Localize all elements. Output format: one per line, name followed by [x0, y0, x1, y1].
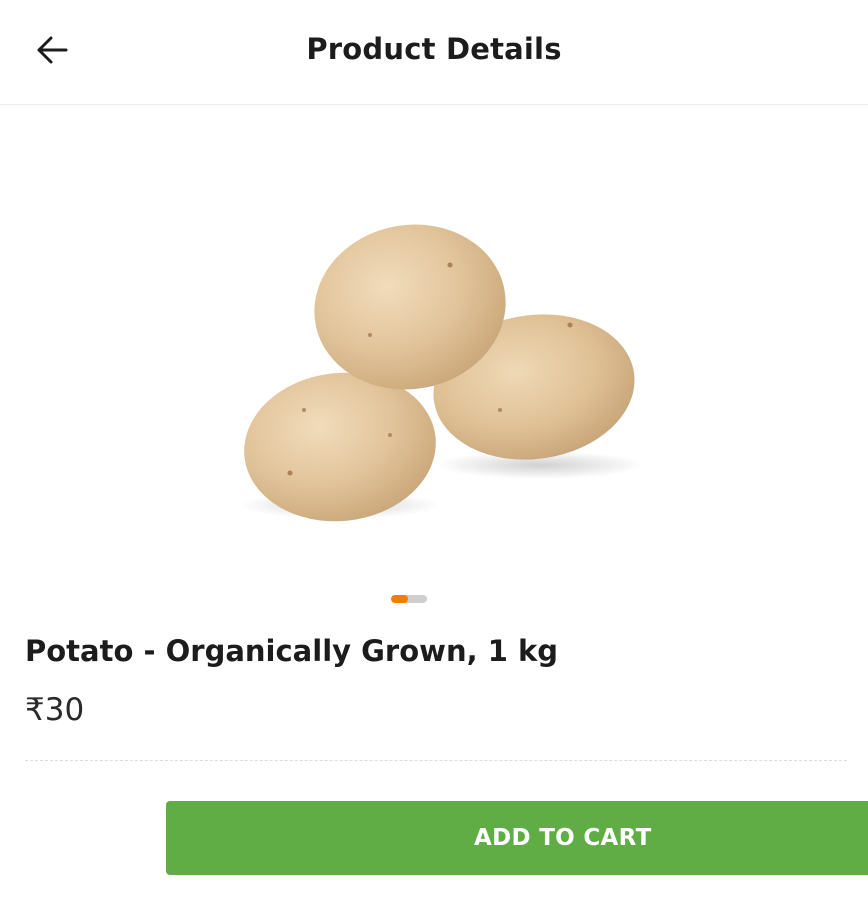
top-app-bar: Product Details — [0, 0, 868, 105]
add-to-cart-button[interactable]: ADD TO CART — [166, 801, 868, 875]
carousel-pager — [391, 595, 427, 603]
divider — [25, 760, 847, 761]
page-title: Product Details — [306, 32, 562, 66]
product-price: ₹30 — [25, 692, 85, 728]
product-image-carousel[interactable] — [0, 105, 868, 580]
product-details-screen: Product Details Potato - Organically Gro… — [0, 0, 868, 900]
active-page-indicator — [391, 595, 408, 603]
potatoes-image — [240, 224, 645, 522]
add-to-cart-label: ADD TO CART — [474, 825, 652, 851]
product-name: Potato - Organically Grown, 1 kg — [25, 634, 559, 668]
